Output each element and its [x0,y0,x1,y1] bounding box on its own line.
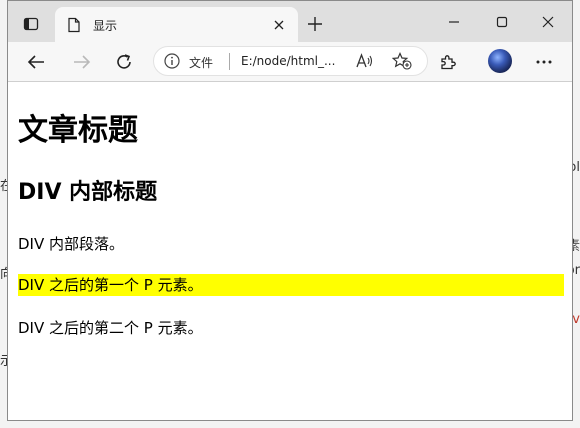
second-p-after-div: DIV 之后的第二个 P 元素。 [18,319,203,337]
profile-avatar[interactable] [488,49,512,73]
close-icon [274,20,284,30]
first-p-after-div: DIV 之后的第一个 P 元素。 [18,274,564,296]
extensions-button[interactable] [434,48,462,76]
forward-button[interactable] [68,48,96,76]
refresh-button[interactable] [110,48,138,76]
minimize-button[interactable] [434,7,474,37]
navigation-toolbar: 文件 E:/node/html_... [8,42,572,82]
tab-actions-button[interactable] [18,11,44,37]
address-divider [229,53,230,70]
page-content: 文章标题 DIV 内部标题 DIV 内部段落。 DIV 之后的第一个 P 元素。… [8,82,572,420]
tab-bar: 显示 [8,1,572,43]
tab-close-button[interactable] [268,14,290,36]
maximize-button[interactable] [482,7,522,37]
arrow-left-icon [27,55,44,69]
add-favorite-icon[interactable] [391,52,412,74]
arrow-right-icon [74,55,91,69]
back-button[interactable] [22,48,50,76]
address-scheme-label: 文件 [189,56,214,70]
page-icon [67,17,81,37]
new-tab-button[interactable] [304,13,326,35]
address-url[interactable]: E:/node/html_... [241,54,335,68]
read-aloud-icon[interactable] [356,53,374,72]
tab-title: 显示 [93,19,118,33]
maximize-icon [496,16,508,28]
minimize-icon [449,21,459,23]
plus-icon [308,17,322,31]
info-icon[interactable] [164,53,180,73]
div-paragraph: DIV 内部段落。 [18,235,125,253]
sidebar-icon [23,17,39,31]
div-heading: DIV 内部标题 [18,180,158,205]
refresh-icon [117,54,131,69]
close-icon [542,16,554,28]
article-title: 文章标题 [18,113,138,148]
browser-tab[interactable]: 显示 [55,7,298,43]
window-close-button[interactable] [528,7,568,37]
address-bar[interactable]: 文件 E:/node/html_... [153,46,428,76]
more-menu-button[interactable] [530,48,558,76]
browser-window: 显示 文件 E:/node/html_... 文章标题 DIV 内部标题 DIV… [7,0,573,421]
more-icon [536,60,552,64]
puzzle-icon [441,55,456,70]
